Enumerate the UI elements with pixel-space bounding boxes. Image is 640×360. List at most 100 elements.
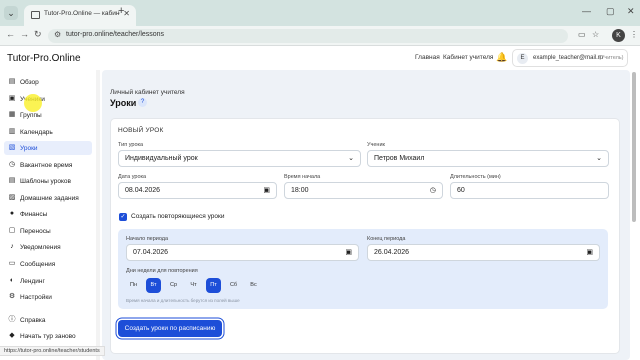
site-info-icon[interactable]: ⚙ xyxy=(54,30,61,39)
chevron-down-icon: ⌄ xyxy=(348,155,354,162)
repeat-checkbox[interactable]: ✓ xyxy=(119,213,127,221)
weekday-wed[interactable]: Ср xyxy=(166,278,181,293)
period-start-label: Начало периода xyxy=(126,236,169,242)
help-icon[interactable]: ? xyxy=(138,98,147,107)
maximize-icon[interactable]: ▢ xyxy=(606,6,615,17)
time-label: Время начала xyxy=(284,174,321,180)
time-input[interactable]: 18:00 ◷ xyxy=(284,182,443,199)
page-scrollbar[interactable] xyxy=(632,70,637,360)
duration-label: Длительность (мин) xyxy=(450,174,501,180)
gear-icon: ⚙ xyxy=(8,293,16,300)
time-value: 18:00 xyxy=(291,187,309,194)
window-close-icon[interactable]: ✕ xyxy=(627,6,635,17)
sidebar-item-lessons[interactable]: ▧ Уроки xyxy=(4,141,92,155)
duration-input[interactable]: 60 xyxy=(450,182,609,199)
page-scrollbar-thumb[interactable] xyxy=(632,72,636,222)
user-menu[interactable]: E example_teacher@mail.ru (Учитель) xyxy=(512,49,628,67)
chevron-down-icon: ⌄ xyxy=(596,155,602,162)
period-end-input[interactable]: 26.04.2026 ▣ xyxy=(367,244,600,261)
sidebar-item-help[interactable]: ⓘ Справка xyxy=(4,313,92,327)
sidebar-item-notifications[interactable]: ♪ Уведомления xyxy=(4,240,92,254)
period-end-value: 26.04.2026 xyxy=(374,249,410,256)
weekday-sun[interactable]: Вс xyxy=(246,278,261,293)
period-start-input[interactable]: 07.04.2026 ▣ xyxy=(126,244,359,261)
sidebar-item-groups[interactable]: ▦ Группы xyxy=(4,108,92,122)
book-icon: ▧ xyxy=(8,144,16,151)
browser-menu-icon[interactable]: ⋮ xyxy=(630,30,638,39)
user-role: (Учитель) xyxy=(599,55,624,61)
student-select[interactable]: Петров Михаил ⌄ xyxy=(367,150,609,167)
calendar-icon[interactable]: ▣ xyxy=(263,186,270,194)
address-bar[interactable]: ⚙ tutor-pro.online/teacher/lessons xyxy=(48,29,568,43)
sidebar-item-homework[interactable]: ▨ Домашние задания xyxy=(4,191,92,205)
create-scheduled-lessons-button[interactable]: Создать уроки по расписанию xyxy=(118,320,222,337)
sidebar-item-landing[interactable]: ◐ Лендинг xyxy=(4,274,92,288)
grid-icon: ▤ xyxy=(8,78,16,85)
breadcrumb[interactable]: Личный кабинет учителя xyxy=(110,89,185,96)
nav-link-home[interactable]: Главная xyxy=(415,54,440,61)
weekday-fri[interactable]: Пт xyxy=(206,278,221,293)
user-avatar: E xyxy=(517,53,528,64)
message-icon: ▭ xyxy=(8,260,16,267)
new-tab-icon[interactable]: + xyxy=(118,5,124,17)
student-label: Ученик xyxy=(367,142,385,148)
date-label: Дата урока xyxy=(118,174,147,180)
repeat-checkbox-label[interactable]: Создать повторяющиеся уроки xyxy=(131,213,224,220)
student-icon: ▣ xyxy=(8,95,16,102)
forward-icon[interactable]: → xyxy=(20,29,29,39)
weekday-sat[interactable]: Сб xyxy=(226,278,241,293)
sidebar-item-templates[interactable]: ▤ Шаблоны уроков xyxy=(4,174,92,188)
bookmark-star-icon[interactable]: ☆ xyxy=(592,30,599,39)
weekday-mon[interactable]: Пн xyxy=(126,278,141,293)
address-url: tutor-pro.online/teacher/lessons xyxy=(66,31,165,38)
mouse-cursor-highlight xyxy=(24,94,42,112)
group-icon: ▦ xyxy=(8,111,16,118)
date-input[interactable]: 08.04.2026 ▣ xyxy=(118,182,277,199)
weekday-thu[interactable]: Чт xyxy=(186,278,201,293)
calendar-icon: ▥ xyxy=(8,128,16,135)
sidebar-item-overview[interactable]: ▤ Обзор xyxy=(4,75,92,89)
user-email: example_teacher@mail.ru xyxy=(533,55,604,61)
nav-link-teacher-cabinet[interactable]: Кабинет учителя xyxy=(443,54,493,61)
period-end-label: Конец периода xyxy=(367,236,406,242)
notifications-bell-icon[interactable]: 🔔 xyxy=(496,52,507,63)
period-start-value: 07.04.2026 xyxy=(133,249,169,256)
weekdays-label: Дни недели для повторения xyxy=(126,268,198,274)
sidebar-item-finance[interactable]: ● Финансы xyxy=(4,207,92,221)
tab-title: Tutor-Pro.Online — кабинет р xyxy=(44,10,120,17)
clock-icon[interactable]: ◷ xyxy=(430,186,436,194)
minimize-icon[interactable]: — xyxy=(582,6,591,16)
sidebar-item-reschedules[interactable]: ▢ Переносы xyxy=(4,224,92,238)
sidebar-item-students[interactable]: ▣Ученики xyxy=(4,92,92,106)
app-header: Tutor-Pro.Online Главная Кабинет учителя… xyxy=(0,46,640,70)
profile-avatar[interactable]: K xyxy=(612,29,625,42)
back-icon[interactable]: ← xyxy=(6,29,15,39)
sidebar-item-messages[interactable]: ▭ Сообщения xyxy=(4,257,92,271)
status-bar-url: https://tutor-pro.online/teacher/student… xyxy=(0,346,105,356)
page-favicon-icon xyxy=(31,11,40,19)
reschedule-icon: ▢ xyxy=(8,227,16,234)
form-heading: НОВЫЙ УРОК xyxy=(118,127,164,134)
cast-icon[interactable]: ▭ xyxy=(578,30,586,39)
sidebar: ▤Обзор ▣Ученики ▦Группы ▥Календарь ▧Урок… xyxy=(0,70,96,360)
sidebar-item-restart-tour[interactable]: ◆ Начать тур заново xyxy=(4,329,92,343)
duration-value: 60 xyxy=(457,187,465,194)
page-title: Уроки xyxy=(110,98,137,108)
reload-icon[interactable]: ↻ xyxy=(34,29,42,40)
lesson-type-label: Тип урока xyxy=(118,142,144,148)
weekday-tue[interactable]: Вт xyxy=(146,278,161,293)
calendar-icon[interactable]: ▣ xyxy=(586,248,593,256)
student-value: Петров Михаил xyxy=(374,155,425,162)
sidebar-item-vacant-time[interactable]: ◷ Вакантное время xyxy=(4,158,92,172)
tab-search-icon[interactable]: ⌄ xyxy=(4,6,18,20)
sidebar-item-settings[interactable]: ⚙ Настройки xyxy=(4,290,92,304)
info-icon: ⓘ xyxy=(8,316,16,323)
landing-icon: ◐ xyxy=(9,277,15,284)
calendar-icon[interactable]: ▣ xyxy=(345,248,352,256)
lesson-type-select[interactable]: Индивидуальный урок ⌄ xyxy=(118,150,361,167)
clock-icon: ◷ xyxy=(8,161,16,168)
bell-icon: ♪ xyxy=(10,243,14,250)
sidebar-scrollbar[interactable] xyxy=(96,70,100,360)
brand-logo[interactable]: Tutor-Pro.Online xyxy=(7,53,81,64)
sidebar-item-calendar[interactable]: ▥ Календарь xyxy=(4,125,92,139)
